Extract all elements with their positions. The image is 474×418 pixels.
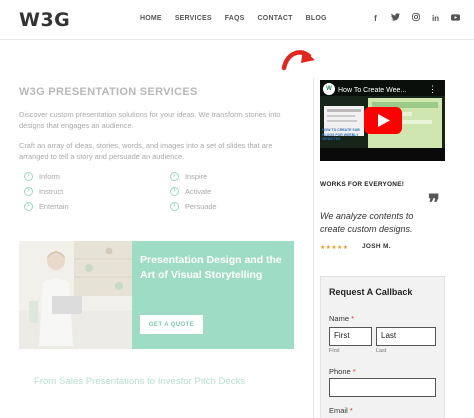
check-circle-icon bbox=[24, 185, 33, 196]
email-label: Email * bbox=[329, 406, 353, 415]
nav-faqs[interactable]: FAQS bbox=[225, 15, 245, 22]
check-circle-icon bbox=[170, 200, 179, 211]
check-circle-icon bbox=[24, 170, 33, 181]
form-title: Request A Callback bbox=[329, 287, 413, 297]
last-sublabel: Last bbox=[376, 348, 387, 354]
check-circle-icon bbox=[170, 170, 179, 181]
feature-item-activate: Activate bbox=[170, 185, 211, 196]
testimonial-author: JOSH M. bbox=[362, 243, 391, 250]
facebook-icon[interactable]: f bbox=[371, 14, 380, 23]
testimonial-text: We analyze contents to create custom des… bbox=[320, 211, 414, 234]
channel-avatar: W bbox=[323, 83, 335, 95]
name-label: Name * bbox=[329, 314, 355, 323]
first-sublabel: First bbox=[329, 348, 340, 354]
column-divider bbox=[313, 78, 314, 418]
video-menu-icon[interactable]: ⋮ bbox=[428, 84, 437, 95]
site-logo[interactable]: W3G bbox=[19, 9, 70, 31]
banner-title: Presentation Design and the Art of Visua… bbox=[140, 254, 282, 281]
check-circle-icon bbox=[24, 200, 33, 211]
check-circle-icon bbox=[170, 185, 179, 196]
phone-input[interactable] bbox=[329, 378, 436, 397]
linkedin-icon[interactable]: in bbox=[431, 14, 440, 23]
feature-item-inspire: Inspire bbox=[170, 170, 207, 181]
phone-label: Phone * bbox=[329, 367, 356, 376]
main-nav: HOME SERVICES FAQS CONTACT BLOG bbox=[140, 15, 340, 22]
twitter-icon[interactable] bbox=[391, 13, 400, 23]
feature-item-inform: Inform bbox=[24, 170, 60, 181]
nav-home[interactable]: HOME bbox=[140, 15, 162, 22]
page-title: W3G PRESENTATION SERVICES bbox=[19, 86, 198, 98]
social-links: f in bbox=[371, 13, 460, 23]
feature-item-instruct: Instruct bbox=[24, 185, 63, 196]
last-name-input[interactable]: Last bbox=[376, 327, 436, 346]
nav-contact[interactable]: CONTACT bbox=[258, 15, 293, 22]
star-rating-icon: ★★★★★ bbox=[320, 245, 349, 251]
feature-item-persuade: Persuade bbox=[170, 200, 217, 211]
youtube-icon[interactable] bbox=[451, 13, 460, 23]
first-name-input[interactable]: First bbox=[329, 327, 372, 346]
intro-paragraph: Discover custom presentation solutions f… bbox=[19, 110, 281, 130]
instagram-icon[interactable] bbox=[411, 13, 420, 23]
nav-blog[interactable]: BLOG bbox=[306, 15, 327, 22]
feature-item-entertain: Entertain bbox=[24, 200, 69, 211]
nav-services[interactable]: SERVICES bbox=[175, 15, 212, 22]
video-title[interactable]: How To Create Wee... bbox=[338, 87, 406, 94]
section-tagline: From Sales Presentations to Investor Pit… bbox=[34, 376, 246, 387]
red-arrow-icon bbox=[281, 50, 315, 71]
site-header: W3G HOME SERVICES FAQS CONTACT BLOG f in bbox=[0, 0, 474, 40]
video-caption: HOW TO CREATE SUB BLOGS FOR WEEBLY WEBSI… bbox=[322, 128, 360, 141]
get-quote-button[interactable]: GET A QUOTE bbox=[140, 315, 203, 334]
banner-photo bbox=[19, 241, 132, 349]
description-paragraph: Craft an array of ideas, stories, words,… bbox=[19, 141, 273, 161]
works-heading: WORKS FOR EVERYONE! bbox=[320, 181, 405, 188]
